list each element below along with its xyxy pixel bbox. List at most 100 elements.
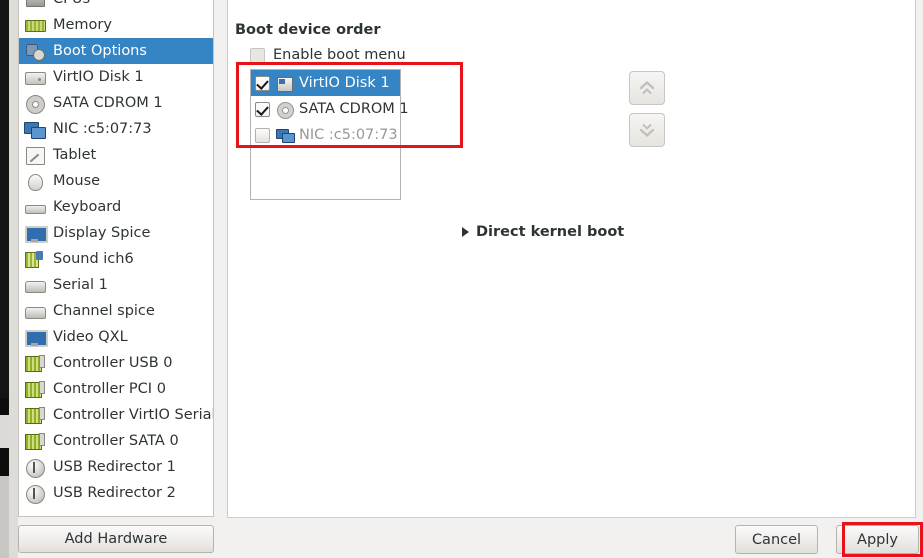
sidebar-item-controller-usb-0[interactable]: Controller USB 0	[19, 350, 213, 376]
hardware-sidebar: CPUs Memory Boot Options VirtIO Disk 1 SATA …	[18, 0, 224, 558]
boot-device-checkbox[interactable]	[255, 101, 270, 117]
usbredir-icon	[24, 457, 46, 478]
nic-icon	[24, 119, 46, 139]
window-left-gutter	[9, 0, 18, 558]
cpu-icon	[24, 0, 46, 9]
display-icon	[24, 223, 48, 243]
sidebar-item-label: USB Redirector 1	[53, 458, 176, 475]
sidebar-item-label: Memory	[53, 16, 112, 33]
controller-icon-glyph	[24, 379, 46, 399]
sound-icon	[24, 249, 46, 269]
sidebar-item-keyboard[interactable]: Keyboard	[19, 194, 213, 220]
sidebar-item-label: SATA CDROM 1	[53, 94, 163, 111]
sidebar-item-label: Keyboard	[53, 198, 122, 215]
display-icon-glyph	[24, 223, 48, 243]
vm-details-window: CPUs Memory Boot Options VirtIO Disk 1 SATA …	[0, 0, 923, 558]
background-window-edge-mid	[0, 415, 9, 448]
sidebar-item-label: Controller USB 0	[53, 354, 173, 371]
direct-kernel-boot-expander[interactable]: Direct kernel boot	[462, 224, 624, 240]
cancel-button[interactable]: Cancel	[735, 525, 818, 554]
disk-icon	[24, 67, 46, 87]
sidebar-item-nic-c5-07-73[interactable]: NIC :c5:07:73	[19, 116, 213, 142]
video-icon	[24, 327, 48, 347]
boot-device-list[interactable]: VirtIO Disk 1 SATA CDROM 1 NIC :c5:07:73	[250, 69, 409, 200]
sidebar-item-label: USB Redirector 2	[53, 484, 176, 501]
sidebar-item-label: Sound ich6	[53, 250, 134, 267]
enable-boot-menu-label: Enable boot menu	[273, 47, 406, 63]
sidebar-item-controller-virtio-serial-0[interactable]: Controller VirtIO Serial 0	[19, 402, 213, 428]
chevron-double-up-icon	[639, 81, 655, 94]
move-down-button[interactable]	[629, 113, 665, 147]
sidebar-item-label: Channel spice	[53, 302, 155, 319]
controller-icon-glyph	[24, 353, 46, 373]
move-up-button[interactable]	[629, 71, 665, 105]
sidebar-item-boot-options[interactable]: Boot Options	[19, 38, 213, 64]
sidebar-item-display-spice[interactable]: Display Spice	[19, 220, 213, 246]
sidebar-item-video-qxl[interactable]: Video QXL	[19, 324, 213, 350]
boot-device-row[interactable]: NIC :c5:07:73	[251, 122, 400, 148]
add-hardware-button[interactable]: Add Hardware	[18, 525, 214, 553]
keyboard-icon	[24, 197, 46, 217]
sidebar-item-memory[interactable]: Memory	[19, 12, 213, 38]
cdrom-icon-glyph	[24, 93, 46, 114]
cdrom-icon	[276, 101, 294, 119]
sidebar-item-label: Mouse	[53, 172, 101, 189]
sidebar-item-label: Video QXL	[53, 328, 128, 345]
serial-icon-glyph	[24, 275, 46, 295]
sidebar-item-label: Display Spice	[53, 224, 151, 241]
sidebar-item-virtio-disk-1[interactable]: VirtIO Disk 1	[19, 64, 213, 90]
video-icon-glyph	[24, 327, 48, 347]
controller-icon-glyph	[24, 431, 46, 451]
hardware-list[interactable]: CPUs Memory Boot Options VirtIO Disk 1 SATA …	[18, 0, 214, 517]
sidebar-item-usb-redirector-2[interactable]: USB Redirector 2	[19, 480, 213, 506]
boot-device-checkbox[interactable]	[255, 127, 270, 143]
boot-device-row[interactable]: VirtIO Disk 1	[251, 70, 400, 96]
controller-icon	[24, 431, 46, 451]
sidebar-item-serial-1[interactable]: Serial 1	[19, 272, 213, 298]
boot-device-label: NIC :c5:07:73	[299, 127, 398, 143]
sidebar-item-tablet[interactable]: Tablet	[19, 142, 213, 168]
usbredir-icon-glyph	[24, 457, 46, 478]
boot-device-label: VirtIO Disk 1	[299, 75, 390, 91]
channel-icon	[24, 301, 46, 321]
page-title: Boot device order	[235, 22, 381, 38]
boot-device-checkbox[interactable]	[255, 75, 270, 91]
boot-options-panel: Boot device order Enable boot menu VirtI…	[227, 0, 916, 518]
disk-icon-glyph	[276, 75, 293, 92]
sidebar-item-mouse[interactable]: Mouse	[19, 168, 213, 194]
tablet-icon-glyph	[24, 145, 46, 165]
boot-icon	[24, 41, 46, 61]
channel-icon-glyph	[24, 301, 46, 321]
nic-icon-glyph	[24, 119, 46, 139]
controller-icon-glyph	[24, 405, 46, 425]
sidebar-item-sata-cdrom-1[interactable]: SATA CDROM 1	[19, 90, 213, 116]
apply-button[interactable]: Apply	[836, 525, 919, 554]
mouse-icon-glyph	[24, 171, 46, 191]
usbredir-icon-glyph	[24, 483, 46, 504]
sidebar-item-cpus[interactable]: CPUs	[19, 0, 213, 12]
chevron-right-icon	[462, 227, 469, 237]
enable-boot-menu-row[interactable]: Enable boot menu	[250, 47, 406, 63]
sidebar-item-sound-ich6[interactable]: Sound ich6	[19, 246, 213, 272]
boot-order-buttons	[629, 71, 665, 155]
sidebar-item-controller-sata-0[interactable]: Controller SATA 0	[19, 428, 213, 454]
sidebar-item-usb-redirector-1[interactable]: USB Redirector 1	[19, 454, 213, 480]
mouse-icon	[24, 171, 46, 191]
direct-kernel-boot-label: Direct kernel boot	[476, 224, 625, 240]
keyboard-icon-glyph	[24, 197, 46, 217]
controller-icon	[24, 405, 46, 425]
cpu-icon-glyph	[24, 0, 46, 9]
background-window-edge-top	[0, 0, 9, 398]
enable-boot-menu-checkbox[interactable]	[250, 47, 265, 63]
sidebar-item-channel-spice[interactable]: Channel spice	[19, 298, 213, 324]
sidebar-item-label: Controller PCI 0	[53, 380, 166, 397]
boot-device-row[interactable]: SATA CDROM 1	[251, 96, 409, 122]
disk-icon-glyph	[24, 67, 46, 87]
cdrom-icon-glyph	[276, 101, 294, 119]
sidebar-item-label: CPUs	[53, 0, 90, 6]
background-window-edge-low	[0, 476, 9, 558]
chevron-double-down-icon	[639, 124, 655, 137]
sidebar-item-label: VirtIO Disk 1	[53, 68, 144, 85]
sidebar-item-controller-pci-0[interactable]: Controller PCI 0	[19, 376, 213, 402]
disk-icon	[276, 75, 293, 92]
